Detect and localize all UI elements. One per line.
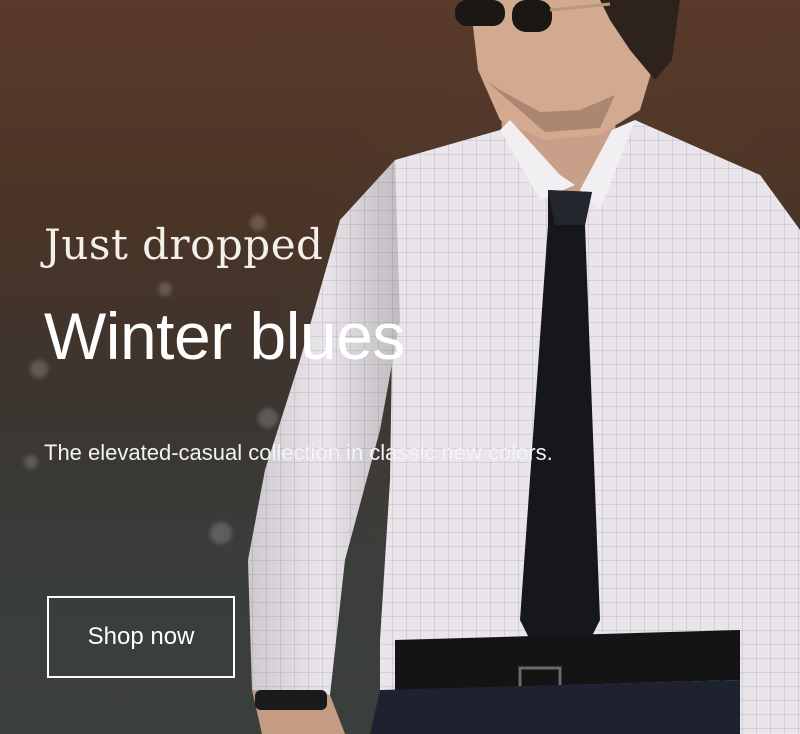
hero-eyebrow: Just dropped [44,220,324,269]
hero-banner: Just dropped Winter blues The elevated-c… [0,0,800,734]
shop-now-button[interactable]: Shop now [47,596,235,678]
hero-subhead: The elevated-casual collection in classi… [44,440,553,465]
hero-headline: Winter blues [44,299,405,373]
